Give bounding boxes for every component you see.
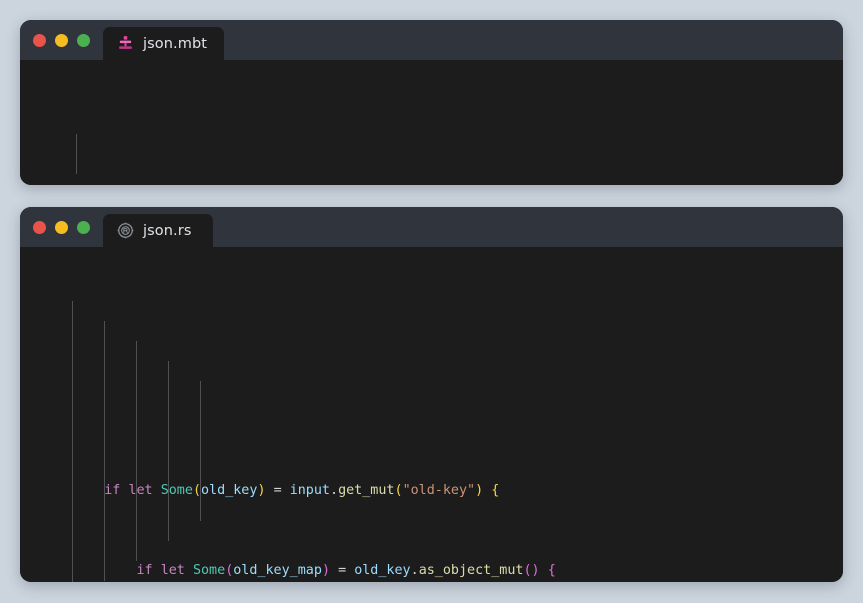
indent-guide <box>76 134 77 174</box>
indent-guide <box>136 341 137 561</box>
tab-json-mbt[interactable]: json.mbt <box>103 27 225 60</box>
code-line: if let Some(old_key_map) = old_key.as_ob… <box>136 563 556 578</box>
close-button[interactable] <box>33 33 46 47</box>
minimize-button[interactable] <box>55 220 68 234</box>
titlebar-json-mbt[interactable]: json.mbt <box>20 20 843 60</box>
code-editor-json-rs[interactable]: if let Some(old_key) = input.get_mut("ol… <box>20 247 843 582</box>
indent-guide <box>72 301 73 582</box>
indent-guide <box>104 321 105 581</box>
maximize-button[interactable] <box>77 220 90 234</box>
close-button[interactable] <box>33 220 46 234</box>
maximize-button[interactable] <box>77 33 90 47</box>
moonbit-icon <box>117 35 134 52</box>
window-json-rs: json.rs if let Some(old_key) = input.get… <box>20 207 843 582</box>
indent-guide <box>168 361 169 541</box>
window-json-mbt: json.mbt match x { { "old-key" : { "old-… <box>20 20 843 185</box>
traffic-lights-json-mbt <box>33 20 90 60</box>
minimize-button[interactable] <box>55 33 68 47</box>
page-root: json.mbt match x { { "old-key" : { "old-… <box>0 0 863 603</box>
titlebar-json-rs[interactable]: json.rs <box>20 207 843 247</box>
code-line: if let Some(old_key) = input.get_mut("ol… <box>104 483 500 498</box>
tab-label-json-mbt: json.mbt <box>143 35 208 52</box>
rust-icon <box>117 222 134 239</box>
tab-label-json-rs: json.rs <box>143 222 192 239</box>
code-editor-json-mbt[interactable]: match x { { "old-key" : { "old-key2" : t… <box>20 60 843 185</box>
traffic-lights-json-rs <box>33 207 90 247</box>
tab-json-rs[interactable]: json.rs <box>103 214 213 247</box>
